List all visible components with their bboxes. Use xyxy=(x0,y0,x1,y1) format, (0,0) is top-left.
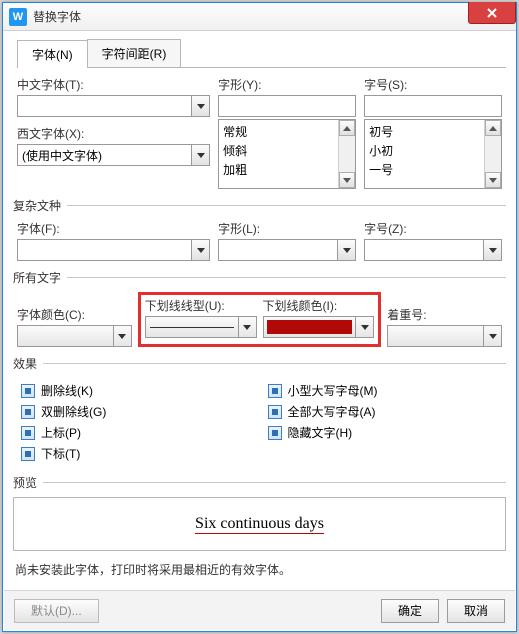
size-option[interactable]: 初号 xyxy=(367,122,499,141)
scrollbar[interactable] xyxy=(484,120,501,188)
cjk-font-dropdown-button[interactable] xyxy=(191,96,209,116)
underline-sample xyxy=(150,327,234,328)
group-all-text: 所有文字 xyxy=(13,269,506,286)
checkbox-dstrike-label: 双删除线(G) xyxy=(41,403,106,420)
label-complex-size: 字号(Z): xyxy=(364,220,502,237)
effects-panel: 删除线(K) 双删除线(G) 上标(P) 下标(T) 小型大写字母(M) 全部大… xyxy=(13,378,506,466)
label-latin-font: 西文字体(X): xyxy=(17,125,210,142)
latin-font-value: (使用中文字体) xyxy=(22,147,102,164)
scroll-up-button[interactable] xyxy=(485,120,501,136)
checkbox-hidden[interactable] xyxy=(268,426,282,440)
dialog-content: 字体(N) 字符间距(R) 中文字体(T): 西文字体(X): (使用中文字体)… xyxy=(3,31,516,588)
label-complex-font: 字体(F): xyxy=(17,220,210,237)
titlebar: W 替换字体 xyxy=(3,3,516,31)
chevron-down-icon xyxy=(343,248,351,253)
highlight-frame: 下划线线型(U): 下划线颜色(I): xyxy=(138,292,382,347)
style-listbox[interactable]: 常规 倾斜 加粗 xyxy=(218,119,356,189)
checkbox-strike-label: 删除线(K) xyxy=(41,382,93,399)
scroll-track[interactable] xyxy=(485,136,501,172)
scroll-up-button[interactable] xyxy=(339,120,355,136)
tab-bar: 字体(N) 字符间距(R) xyxy=(17,39,506,68)
size-input[interactable] xyxy=(364,95,502,117)
tab-spacing[interactable]: 字符间距(R) xyxy=(87,39,182,67)
style-option[interactable]: 常规 xyxy=(221,122,353,141)
chevron-down-icon xyxy=(489,248,497,253)
group-effects: 效果 xyxy=(13,355,506,372)
chevron-down-icon xyxy=(361,325,369,330)
underline-color-swatch xyxy=(267,320,353,334)
chevron-down-icon xyxy=(197,153,205,158)
preview-box: Six continuous days xyxy=(13,497,506,551)
size-option[interactable]: 小初 xyxy=(367,141,499,160)
chevron-down-icon xyxy=(489,334,497,339)
scrollbar[interactable] xyxy=(338,120,355,188)
cancel-button[interactable]: 取消 xyxy=(447,599,505,623)
close-button[interactable] xyxy=(468,2,516,24)
size-listbox[interactable]: 初号 小初 一号 xyxy=(364,119,502,189)
complex-font-combo[interactable] xyxy=(17,239,210,261)
checkbox-allcaps-label: 全部大写字母(A) xyxy=(288,403,376,420)
checkbox-hidden-label: 隐藏文字(H) xyxy=(288,424,353,441)
cjk-font-combo[interactable] xyxy=(17,95,210,117)
checkbox-super[interactable] xyxy=(21,426,35,440)
preview-text: Six continuous days xyxy=(195,515,324,534)
default-button[interactable]: 默认(D)... xyxy=(14,599,99,623)
style-option[interactable]: 加粗 xyxy=(221,160,353,179)
complex-style-combo[interactable] xyxy=(218,239,356,261)
chevron-down-icon xyxy=(243,325,251,330)
checkbox-smallcaps[interactable] xyxy=(268,384,282,398)
scroll-down-button[interactable] xyxy=(485,172,501,188)
checkbox-allcaps[interactable] xyxy=(268,405,282,419)
underline-color-combo[interactable] xyxy=(263,316,375,338)
dialog-window: W 替换字体 字体(N) 字符间距(R) 中文字体(T): 西文字体(X): (… xyxy=(2,2,517,632)
label-font-color: 字体颜色(C): xyxy=(17,306,132,323)
checkbox-sub[interactable] xyxy=(21,447,35,461)
checkbox-strike[interactable] xyxy=(21,384,35,398)
ok-button[interactable]: 确定 xyxy=(381,599,439,623)
group-all-text-label: 所有文字 xyxy=(13,269,61,286)
font-note: 尚未安装此字体，打印时将采用最相近的有效字体。 xyxy=(15,561,506,578)
emphasis-swatch xyxy=(391,329,480,343)
label-emphasis: 着重号: xyxy=(387,306,502,323)
group-complex: 复杂文种 xyxy=(13,197,506,214)
chevron-down-icon xyxy=(118,334,126,339)
group-preview: 预览 xyxy=(13,474,506,491)
style-input[interactable] xyxy=(218,95,356,117)
style-option[interactable]: 倾斜 xyxy=(221,141,353,160)
checkbox-smallcaps-label: 小型大写字母(M) xyxy=(288,382,378,399)
size-option[interactable]: 一号 xyxy=(367,160,499,179)
app-icon: W xyxy=(9,8,27,26)
label-underline-style: 下划线线型(U): xyxy=(145,297,257,314)
dialog-footer: 默认(D)... 确定 取消 xyxy=(4,590,515,630)
font-color-combo[interactable] xyxy=(17,325,132,347)
emphasis-combo[interactable] xyxy=(387,325,502,347)
group-effects-label: 效果 xyxy=(13,355,37,372)
group-complex-label: 复杂文种 xyxy=(13,197,61,214)
complex-size-combo[interactable] xyxy=(364,239,502,261)
close-icon xyxy=(486,7,498,19)
checkbox-dstrike[interactable] xyxy=(21,405,35,419)
latin-font-combo[interactable]: (使用中文字体) xyxy=(17,144,210,166)
font-color-swatch xyxy=(21,329,110,343)
chevron-down-icon xyxy=(197,104,205,109)
latin-font-dropdown-button[interactable] xyxy=(191,145,209,165)
group-preview-label: 预览 xyxy=(13,474,37,491)
chevron-down-icon xyxy=(197,248,205,253)
label-complex-style: 字形(L): xyxy=(218,220,356,237)
label-style: 字形(Y): xyxy=(218,76,356,93)
scroll-down-button[interactable] xyxy=(339,172,355,188)
underline-style-combo[interactable] xyxy=(145,316,257,338)
label-cjk-font: 中文字体(T): xyxy=(17,76,210,93)
label-underline-color: 下划线颜色(I): xyxy=(263,297,375,314)
scroll-track[interactable] xyxy=(339,136,355,172)
window-title: 替换字体 xyxy=(33,8,81,25)
checkbox-super-label: 上标(P) xyxy=(41,424,81,441)
checkbox-sub-label: 下标(T) xyxy=(41,445,80,462)
label-size: 字号(S): xyxy=(364,76,502,93)
tab-font[interactable]: 字体(N) xyxy=(17,40,88,68)
